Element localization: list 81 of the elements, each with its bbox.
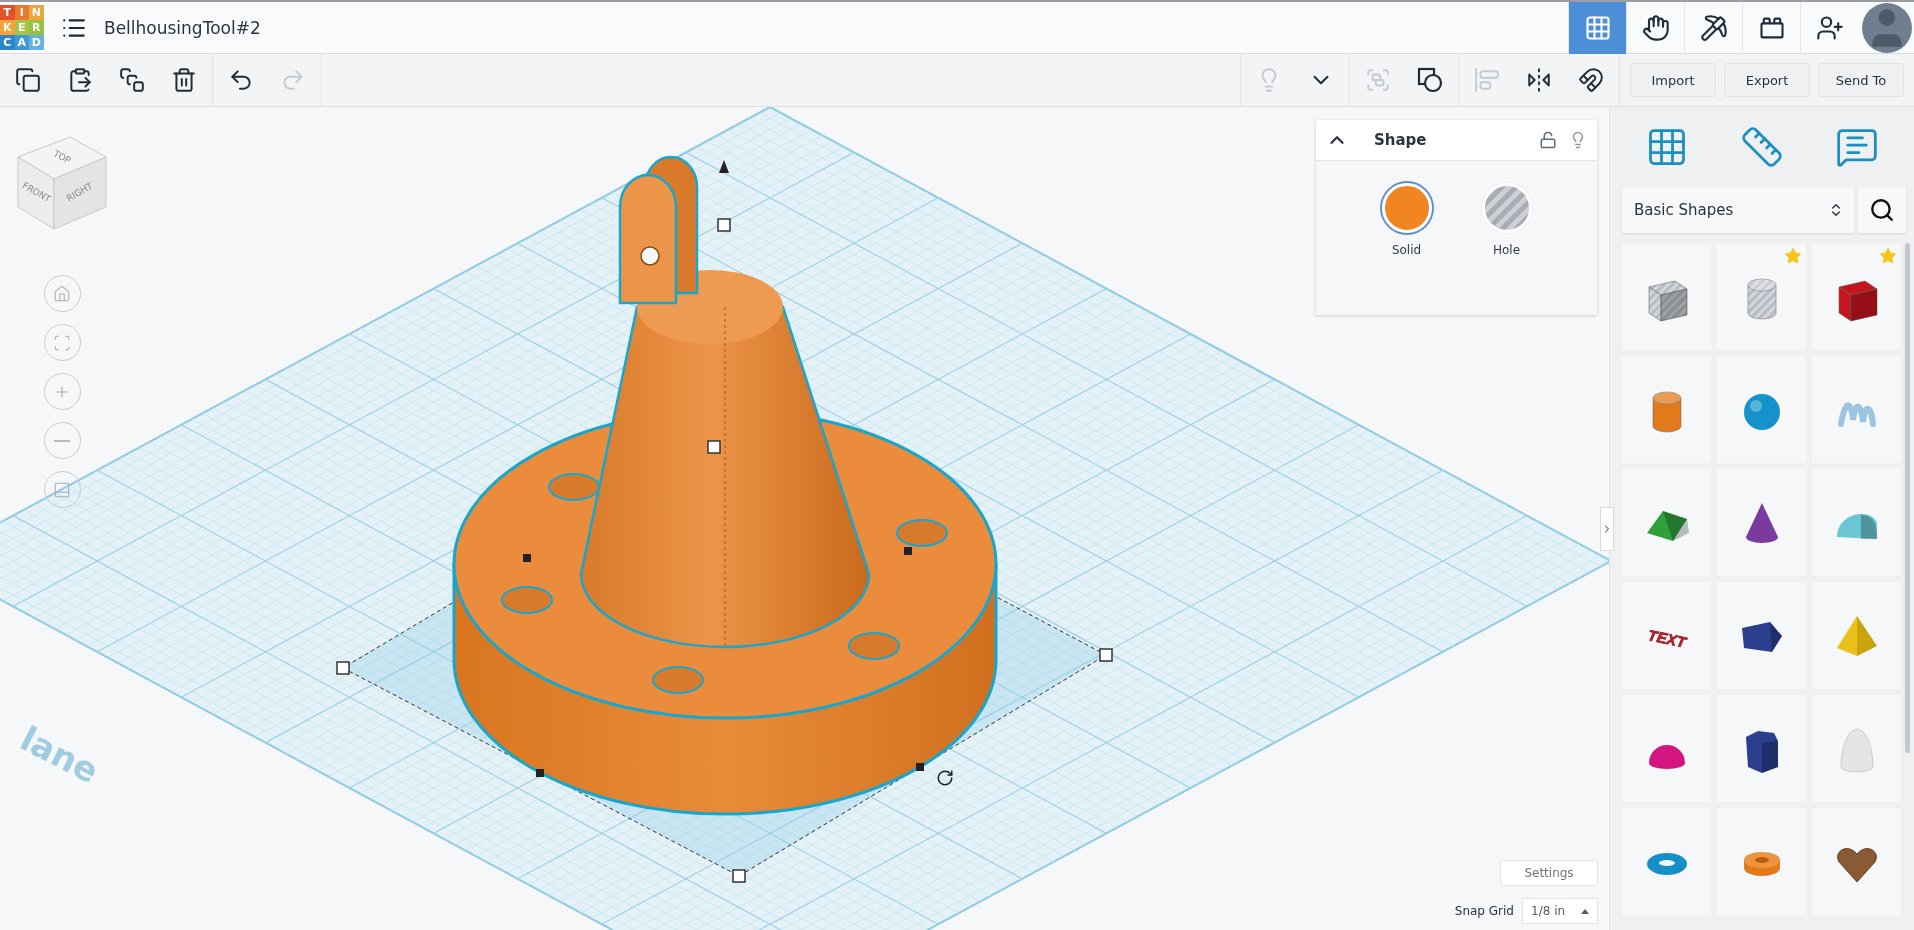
copy-icon: [15, 67, 41, 93]
search-button[interactable]: [1858, 187, 1906, 233]
logo-letter: C: [0, 35, 15, 50]
action-button[interactable]: Import: [1630, 63, 1716, 97]
hand-icon: [1641, 13, 1670, 42]
resize-handle[interactable]: [732, 869, 746, 883]
shape-tile[interactable]: [1812, 695, 1901, 802]
scrollbar[interactable]: [1905, 243, 1910, 753]
pickaxe-icon: [1699, 13, 1728, 42]
resize-handle[interactable]: [707, 440, 721, 454]
avatar[interactable]: [1862, 2, 1912, 53]
mirror-icon: [1526, 67, 1552, 93]
redo-icon: [280, 67, 306, 93]
shape-text-label: TEXT: [1645, 625, 1687, 651]
shape-tile[interactable]: [1812, 243, 1901, 350]
action-button[interactable]: Send To: [1818, 63, 1904, 97]
logo-letter: R: [29, 20, 44, 35]
square-circle-icon: [1417, 67, 1443, 93]
shape-tile[interactable]: [1812, 808, 1901, 915]
ortho-icon: [53, 480, 71, 499]
grid-icon: [1583, 13, 1612, 42]
snap-grid-label: Snap Grid: [1454, 904, 1514, 918]
up-caret-icon: [1581, 908, 1589, 914]
resize-handle[interactable]: [916, 763, 924, 771]
resize-handle[interactable]: [536, 769, 544, 777]
snap-grid-select[interactable]: 1/8 in: [1522, 898, 1598, 924]
action-button[interactable]: Export: [1724, 63, 1810, 97]
search-icon: [1869, 197, 1895, 223]
resize-handle[interactable]: [336, 661, 350, 675]
shape-tile[interactable]: [1622, 469, 1711, 576]
logo-letter: T: [0, 5, 15, 20]
shape-tile[interactable]: [1717, 243, 1806, 350]
shape-tile[interactable]: [1622, 695, 1711, 802]
logo-letter: N: [29, 5, 44, 20]
resize-handle[interactable]: [523, 554, 531, 562]
shape-tile[interactable]: TEXT: [1622, 582, 1711, 689]
solid-option[interactable]: Solid: [1381, 183, 1432, 315]
delete-icon: [171, 67, 197, 93]
option-label: Solid: [1391, 243, 1422, 257]
shape-tile[interactable]: [1717, 695, 1806, 802]
star-icon: [1879, 247, 1897, 265]
logo[interactable]: T I N K E R C A D: [0, 5, 44, 50]
height-handle[interactable]: [717, 218, 731, 232]
cube-face-label: TOP: [51, 148, 73, 166]
resize-handle[interactable]: [904, 547, 912, 555]
cruise-icon: [1578, 67, 1604, 93]
home-icon: [53, 284, 71, 303]
shape-tile[interactable]: [1812, 356, 1901, 463]
shape-category-dropdown[interactable]: Basic Shapes: [1622, 187, 1854, 233]
undo-icon: [228, 67, 254, 93]
shape-tile[interactable]: [1717, 808, 1806, 915]
align-icon: [1474, 67, 1500, 93]
resize-handle[interactable]: [1099, 648, 1113, 662]
settings-button[interactable]: Settings: [1500, 860, 1598, 886]
design-title[interactable]: BellhousingTool#2: [104, 17, 1568, 38]
shape-tile[interactable]: [1717, 582, 1806, 689]
rotate-handle-icon[interactable]: [937, 770, 953, 786]
paste-icon: [67, 67, 93, 93]
duplicate-icon: [119, 67, 145, 93]
shape-tile[interactable]: [1717, 469, 1806, 576]
logo-letter: D: [29, 35, 44, 50]
shape-tile[interactable]: [1622, 808, 1711, 915]
lock-icon[interactable]: [1539, 131, 1557, 149]
shape-tile[interactable]: [1812, 582, 1901, 689]
lift-arrow-icon[interactable]: [719, 160, 729, 173]
shape-tile[interactable]: [1717, 356, 1806, 463]
add-user-icon: [1815, 13, 1844, 42]
shape-tile[interactable]: [1622, 356, 1711, 463]
panel-toggle-button[interactable]: [1600, 507, 1614, 551]
star-icon: [1784, 247, 1802, 265]
shape-tile[interactable]: [1622, 243, 1711, 350]
group-icon: [1365, 67, 1391, 93]
inspector-title: Shape: [1374, 131, 1428, 149]
shape-tile[interactable]: [1812, 469, 1901, 576]
ruler-icon: [1740, 125, 1784, 169]
zoom-out-icon: [54, 439, 70, 442]
fit-icon: [53, 333, 71, 352]
hole-option[interactable]: Hole: [1481, 183, 1532, 315]
workplane-label: lane: [14, 718, 106, 792]
logo-letter: K: [0, 20, 15, 35]
option-label: Hole: [1492, 243, 1521, 257]
